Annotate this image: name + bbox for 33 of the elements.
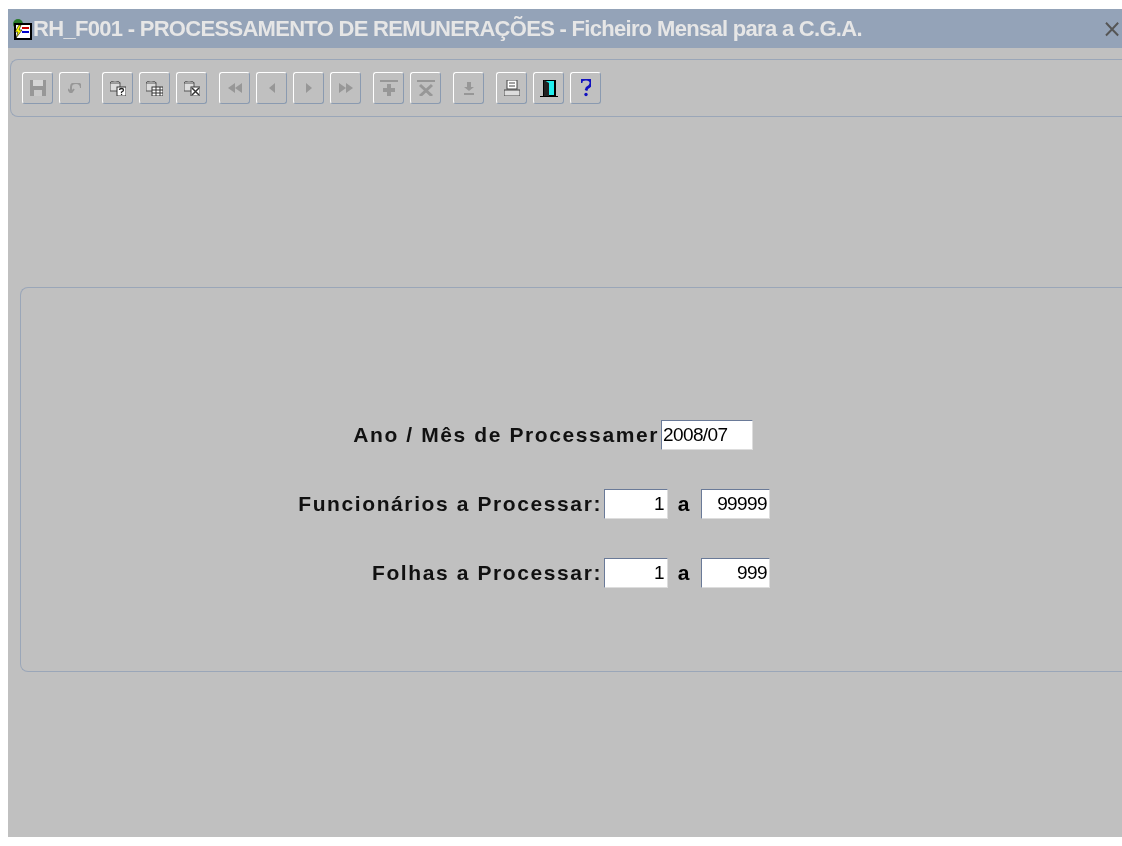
first-icon: [227, 83, 242, 93]
delete-icon: [416, 80, 435, 96]
download-icon: [463, 81, 474, 95]
execute-query-button[interactable]: [139, 72, 170, 104]
range-separator: a: [676, 492, 691, 516]
cancel-query-icon: [183, 80, 200, 96]
input-field[interactable]: 1: [604, 489, 668, 519]
undo-icon: [68, 83, 81, 93]
save-icon: [29, 80, 46, 96]
help-icon: [580, 79, 591, 97]
next-icon: [305, 83, 312, 93]
input-field[interactable]: 1: [604, 558, 668, 588]
print-icon: [503, 80, 520, 96]
previous-icon: [268, 83, 275, 93]
insert-icon: [379, 80, 398, 96]
window-title: RH_F001 - PROCESSAMENTO DE REMUNERAÇÕES - Ficheiro Mensal para a C.G.A.: [33, 15, 863, 42]
range-separator: a: [676, 561, 691, 585]
input-field[interactable]: 999: [701, 558, 770, 588]
field-label: Ano / Mês de Processamer: [352, 423, 659, 447]
exit-icon: [539, 79, 558, 97]
print-button[interactable]: [496, 72, 527, 104]
cancel-query-button[interactable]: [176, 72, 207, 104]
help-button[interactable]: [570, 72, 601, 104]
app-icon: [10, 17, 32, 40]
field-label: Folhas a Processar:: [371, 561, 602, 585]
input-field[interactable]: 99999: [701, 489, 770, 519]
input-field[interactable]: 2008/07: [661, 420, 753, 450]
query-icon: [109, 80, 126, 96]
field-label: Funcionários a Processar:: [297, 492, 602, 516]
query-button[interactable]: [102, 72, 133, 104]
last-icon: [338, 83, 353, 93]
exit-button[interactable]: [533, 72, 564, 104]
execute-query-icon: [146, 80, 163, 96]
